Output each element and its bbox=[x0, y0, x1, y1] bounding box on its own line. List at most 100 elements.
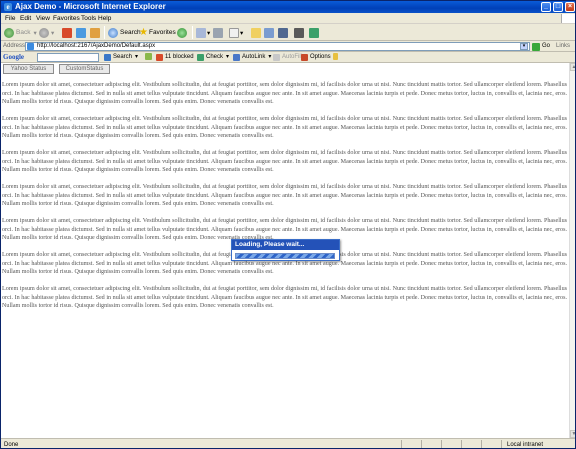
forward-button[interactable]: ▾ bbox=[39, 26, 54, 39]
stop-button[interactable] bbox=[62, 26, 73, 39]
media-button[interactable] bbox=[177, 26, 189, 39]
people-button[interactable] bbox=[309, 26, 320, 39]
popup-blocker-icon bbox=[156, 54, 163, 61]
check-icon bbox=[197, 54, 204, 61]
folder-button[interactable] bbox=[251, 26, 262, 39]
lorem-paragraph: Lorem ipsum dolor sit amet, consectetuer… bbox=[2, 286, 567, 309]
refresh-button[interactable] bbox=[76, 26, 87, 39]
autofill-icon bbox=[273, 54, 280, 61]
page-icon bbox=[27, 43, 34, 50]
pencil-icon[interactable] bbox=[333, 53, 340, 60]
google-search-input[interactable] bbox=[37, 53, 99, 62]
autofill-label: AutoFill bbox=[282, 54, 303, 60]
autofill-button[interactable]: AutoFill bbox=[273, 53, 302, 62]
messenger-button[interactable] bbox=[264, 26, 275, 39]
status-bar: Done Local intranet bbox=[1, 438, 575, 448]
forward-arrow-icon bbox=[39, 27, 49, 38]
google-logo[interactable]: Google bbox=[3, 53, 24, 62]
back-label: Back bbox=[16, 29, 31, 36]
back-arrow-icon bbox=[4, 27, 14, 38]
media-icon bbox=[177, 27, 187, 38]
refresh-icon bbox=[76, 27, 86, 38]
research-icon bbox=[278, 27, 288, 38]
links-button[interactable]: Links bbox=[556, 42, 570, 51]
go-button[interactable]: Go bbox=[532, 42, 550, 51]
edit-icon bbox=[229, 27, 239, 38]
folder-icon bbox=[251, 27, 261, 38]
menu-bar: File Edit View Favorites Tools Help bbox=[1, 13, 575, 24]
close-button[interactable]: × bbox=[565, 2, 575, 12]
spell-check-button[interactable]: Check ▾ bbox=[197, 53, 229, 62]
blocked-count: 11 blocked bbox=[165, 54, 194, 60]
home-button[interactable] bbox=[90, 26, 101, 39]
home-icon bbox=[90, 27, 100, 38]
edit-button[interactable]: ▾ bbox=[229, 26, 243, 39]
loading-progress-bar bbox=[235, 253, 335, 259]
autolink-button[interactable]: AutoLink ▾ bbox=[233, 53, 271, 62]
mail-button[interactable]: ▾ bbox=[196, 26, 210, 39]
search-button[interactable]: Search bbox=[108, 26, 141, 39]
lorem-paragraph: Lorem ipsum dolor sit amet, consectetuer… bbox=[2, 116, 567, 139]
go-label: Go bbox=[542, 43, 551, 49]
menu-help[interactable]: Help bbox=[98, 14, 111, 23]
yahoo-status-button[interactable]: Yahoo Status bbox=[3, 64, 54, 74]
status-done: Done bbox=[4, 440, 19, 448]
check-label: Check bbox=[206, 54, 224, 60]
zone-text: Local intranet bbox=[507, 442, 544, 448]
address-dropdown-icon[interactable]: ▾ bbox=[520, 43, 528, 50]
options-button[interactable]: Options bbox=[301, 53, 331, 62]
stop-icon bbox=[62, 27, 72, 38]
search-icon bbox=[108, 27, 118, 38]
scroll-down-icon[interactable]: ▼ bbox=[570, 430, 575, 438]
print-button[interactable] bbox=[213, 26, 224, 39]
menu-edit[interactable]: Edit bbox=[20, 14, 31, 23]
maximize-button[interactable]: □ bbox=[553, 2, 563, 12]
browser-window: e Ajax Demo - Microsoft Internet Explore… bbox=[0, 0, 576, 449]
menu-tools[interactable]: Tools bbox=[81, 14, 96, 23]
address-input[interactable]: http://localhost:2167/AjaxDemo/Default.a… bbox=[25, 42, 530, 51]
custom-status-button[interactable]: CustomStatus bbox=[59, 64, 110, 74]
back-button[interactable]: Back ▾ bbox=[4, 26, 37, 39]
title-bar: e Ajax Demo - Microsoft Internet Explore… bbox=[1, 1, 575, 13]
google-search-icon bbox=[104, 54, 111, 61]
autolink-label: AutoLink bbox=[242, 54, 266, 60]
loading-title: Loading, Please wait... bbox=[232, 240, 339, 250]
status-text: Done bbox=[4, 442, 19, 448]
autolink-icon bbox=[233, 54, 240, 61]
scroll-up-icon[interactable]: ▲ bbox=[570, 63, 575, 71]
google-toolbar: Google Search ▾ 11 blocked Check ▾ AutoLin… bbox=[1, 52, 575, 63]
google-search-button[interactable]: Search ▾ bbox=[104, 53, 138, 62]
menu-file[interactable]: File bbox=[5, 14, 15, 23]
messenger-icon bbox=[264, 27, 274, 38]
options-label: Options bbox=[310, 54, 331, 60]
windows-logo-icon bbox=[561, 14, 575, 23]
research-button[interactable] bbox=[278, 26, 289, 39]
options-icon bbox=[301, 54, 308, 61]
pagerank-icon[interactable] bbox=[145, 53, 154, 60]
menu-view[interactable]: View bbox=[36, 14, 50, 23]
star-icon: ★ bbox=[139, 27, 148, 38]
vertical-scrollbar[interactable]: ▲ ▼ bbox=[569, 63, 575, 438]
google-search-label: Search bbox=[113, 54, 133, 60]
go-arrow-icon bbox=[532, 42, 540, 51]
calculator-button[interactable] bbox=[294, 26, 305, 39]
lorem-paragraph: Lorem ipsum dolor sit amet, consectetuer… bbox=[2, 184, 567, 207]
lorem-paragraph: Lorem ipsum dolor sit amet, consectetuer… bbox=[2, 82, 567, 105]
favorites-button[interactable]: ★ Favorites bbox=[139, 26, 176, 39]
menu-favorites[interactable]: Favorites bbox=[53, 14, 80, 23]
loading-dialog: Loading, Please wait... bbox=[231, 239, 340, 261]
status-button-row: Yahoo Status CustomStatus bbox=[3, 64, 110, 74]
standard-toolbar: Back ▾ ▾ Search ★ Favorites ▾ ▾ bbox=[1, 24, 575, 41]
calculator-icon bbox=[294, 27, 304, 38]
address-label: Address bbox=[3, 43, 26, 49]
favorites-label: Favorites bbox=[148, 29, 176, 36]
search-label: Search bbox=[120, 29, 141, 36]
ie-logo-icon: e bbox=[4, 3, 12, 11]
popup-blocked-button[interactable]: 11 blocked bbox=[156, 53, 194, 62]
mail-icon bbox=[196, 27, 206, 38]
window-title: Ajax Demo - Microsoft Internet Explorer bbox=[15, 2, 166, 11]
address-bar: Address http://localhost:2167/AjaxDemo/D… bbox=[1, 41, 575, 52]
people-icon bbox=[309, 27, 319, 38]
zone-indicator: Local intranet bbox=[507, 440, 544, 448]
minimize-button[interactable]: _ bbox=[541, 2, 551, 12]
